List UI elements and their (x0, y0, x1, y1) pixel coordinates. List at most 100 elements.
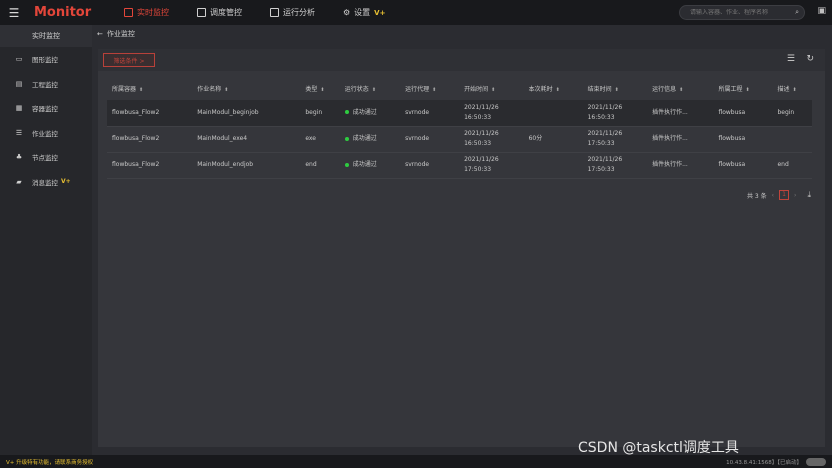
vplus-badge: V+ (61, 178, 71, 186)
sidebar-item-project-monitor[interactable]: ▤ 工程监控 (0, 72, 92, 97)
nav-item-realtime-monitor[interactable]: 实时监控 (124, 7, 169, 18)
message-icon: ▰ (16, 177, 22, 186)
search-icon[interactable]: ⌕ (795, 8, 799, 17)
table-cell: svrnode (400, 100, 459, 126)
table-cell: begin (772, 100, 812, 126)
table-cell: flowbusa (713, 100, 772, 126)
back-arrow-icon[interactable]: ← (97, 30, 103, 38)
cell-text: 成功通过 (352, 108, 377, 116)
column-header[interactable]: 类型 ⬍ (300, 77, 339, 100)
cell-text: 成功通过 (352, 135, 377, 142)
gear-icon: ⚙ (343, 8, 351, 17)
chart-icon (270, 8, 279, 17)
table-cell: 成功通过 (340, 152, 400, 178)
column-header[interactable]: 所属工程 ⬍ (713, 77, 772, 100)
cell-text: 2021/11/26 17:50:33 (464, 156, 499, 173)
search-box: ⌕ (679, 5, 805, 20)
list-icon: ☰ (15, 128, 23, 137)
cell-text: MainModul_exe4 (197, 135, 248, 142)
table-row[interactable]: flowbusa_Flow2 MainModul_endjob end 成功通过 svr… (107, 152, 812, 178)
column-header[interactable]: 运行信息 ⬍ (647, 77, 713, 100)
prev-page-icon[interactable]: ‹ (772, 192, 774, 199)
table-cell: 2021/11/26 16:50:33 (459, 126, 524, 152)
watermark: CSDN @taskctl调度工具 (578, 440, 739, 456)
cell-text: flowbusa_Flow2 (112, 108, 160, 116)
column-header[interactable]: 结束时间 ⬍ (583, 77, 648, 100)
table-cell: 成功通过 (340, 126, 400, 152)
nav-item-label: 设置 (354, 8, 371, 17)
sidebar-item-node-monitor[interactable]: ♣ 节点监控 (0, 145, 92, 170)
table-cell: MainModul_endjob (192, 152, 300, 178)
sidebar-item-job-monitor[interactable]: ☰ 作业监控 (0, 121, 92, 146)
sidebar-item-label: 工程监控 (32, 80, 58, 89)
breadcrumb-label: 作业监控 (106, 30, 135, 38)
node-icon: ♣ (15, 153, 23, 162)
page-number[interactable]: 1 (779, 190, 790, 200)
column-header[interactable]: 本次耗时 ⬍ (524, 77, 583, 100)
cell-text: flowbusa_Flow2 (112, 161, 160, 168)
table-cell: MainModul_exe4 (192, 126, 300, 152)
hamburger-menu-icon[interactable]: ☰ (0, 6, 28, 20)
sidebar-item-graph-monitor[interactable]: ▭ 图形监控 (0, 47, 92, 72)
sidebar-item-label: 消息监控 (32, 178, 58, 187)
status-dot-icon (344, 162, 349, 167)
jobs-table: 所属容器 ⬍ 作业名称 ⬍ 类型 ⬍ 运行状态 ⬍ 运行代理 ⬍ 开始时间 ⬍ 本次耗时 ⬍ … (107, 77, 812, 179)
cell-text: 插件执行作... (652, 135, 688, 142)
column-header[interactable]: 开始时间 ⬍ (459, 77, 524, 100)
cell-text: 插件执行作... (652, 161, 688, 168)
nav-item-run-analysis[interactable]: 运行分析 (270, 7, 315, 18)
next-page-icon[interactable]: › (794, 192, 796, 199)
toggle-switch[interactable] (806, 457, 826, 466)
table-cell (524, 152, 583, 178)
column-header[interactable]: 所属容器 ⬍ (107, 77, 192, 100)
cell-text: begin (305, 108, 323, 116)
table-cell: end (300, 152, 339, 178)
column-header[interactable]: 描述 ⬍ (772, 77, 812, 100)
cell-text: svrnode (405, 108, 430, 116)
nav-item-schedule-control[interactable]: 调度管控 (197, 7, 242, 18)
table-cell: flowbusa_Flow2 (107, 126, 192, 152)
cell-text: svrnode (405, 135, 430, 142)
filter-conditions-button[interactable]: 筛选条件 > (103, 53, 155, 67)
sidebar-item-container-monitor[interactable]: ▦ 容器监控 (0, 96, 92, 121)
sidebar-item-label: 容器监控 (32, 105, 58, 114)
table-row[interactable]: flowbusa_Flow2 MainModul_exe4 exe 成功通过 svrno… (107, 126, 812, 152)
cell-text: 插件执行作... (652, 108, 688, 116)
search-input[interactable] (690, 9, 788, 16)
cell-text: exe (305, 135, 316, 142)
column-header[interactable]: 运行状态 ⬍ (340, 77, 400, 100)
notification-bell-icon[interactable]: ▣ (817, 6, 826, 16)
server-status: 10.43.8.41:1568】【已启动】 (726, 459, 802, 466)
table-cell: 2021/11/26 17:50:33 (583, 126, 648, 152)
panel-toolbar: 筛选条件 > ☰ ↻ (98, 49, 825, 71)
sidebar: 实时监控 ▭ 图形监控 ▤ 工程监控 ▦ 容器监控 ☰ 作业监控 ♣ 节点监控 … (0, 25, 92, 455)
nav-item-settings[interactable]: ⚙ 设置 V+ (343, 7, 385, 18)
cell-text: 2021/11/26 16:50:33 (587, 103, 623, 121)
sidebar-title: 实时监控 (0, 25, 92, 47)
table-cell: 成功通过 (340, 100, 400, 126)
cell-text: flowbusa (718, 161, 746, 168)
total-count: 共 3 条 (747, 192, 767, 200)
nav-item-label: 实时监控 (137, 8, 169, 17)
cell-text: begin (777, 108, 795, 116)
column-header[interactable]: 作业名称 ⬍ (192, 77, 300, 100)
pagination: 共 3 条 ‹ 1 › ⤓ (747, 190, 811, 200)
refresh-icon[interactable]: ↻ (806, 54, 814, 64)
sidebar-item-label: 作业监控 (32, 129, 58, 138)
project-icon: ▤ (15, 79, 23, 88)
sidebar-item-message-monitor[interactable]: ▰ 消息监控 V+ (0, 170, 92, 195)
column-header[interactable]: 运行代理 ⬍ (400, 77, 459, 100)
download-icon[interactable]: ⤓ (807, 190, 811, 200)
table-cell: flowbusa (713, 126, 772, 152)
breadcrumb[interactable]: ← 作业监控 (97, 29, 135, 39)
calendar-icon (197, 8, 206, 17)
vplus-badge: V+ (374, 8, 386, 17)
sidebar-item-label: 图形监控 (32, 56, 58, 65)
cell-text: end (305, 161, 317, 168)
column-settings-icon[interactable]: ☰ (787, 54, 795, 64)
table-cell (524, 100, 583, 126)
table-row[interactable]: flowbusa_Flow2 MainModul_beginjob begin 成功通… (107, 100, 812, 126)
table-cell: end (772, 152, 812, 178)
table-cell: 插件执行作... (647, 100, 713, 126)
cell-text: 2021/11/26 16:50:33 (464, 103, 499, 121)
